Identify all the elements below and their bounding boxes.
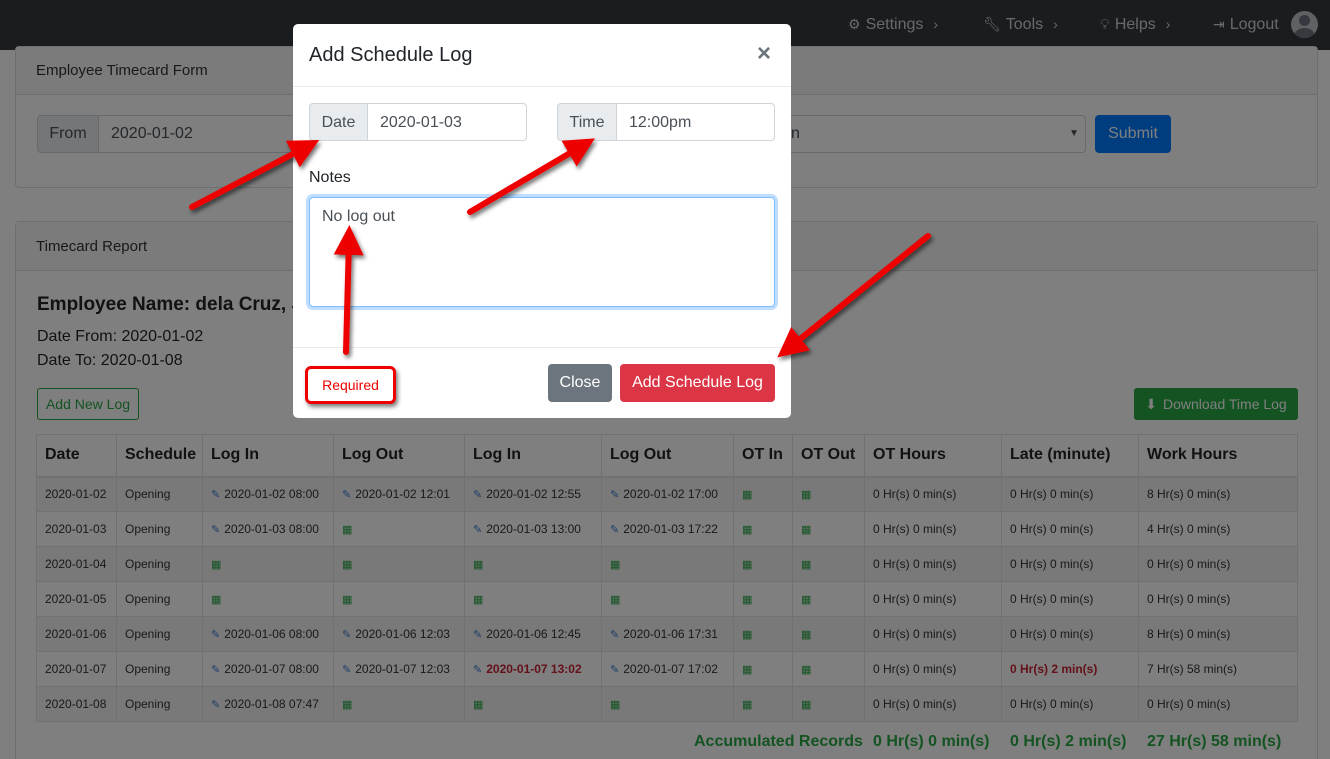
time-input[interactable]: 12:00pm <box>616 103 775 141</box>
add-schedule-log-button[interactable]: Add Schedule Log <box>620 364 775 402</box>
modal-title: Add Schedule Log <box>309 44 473 66</box>
close-button[interactable]: Close <box>548 364 612 402</box>
close-icon[interactable]: × <box>757 40 771 68</box>
add-schedule-log-modal: Add Schedule Log × Date 2020-01-03 Time … <box>293 24 791 418</box>
notes-textarea[interactable]: No log out <box>309 197 775 307</box>
required-callout: Required <box>305 366 396 404</box>
notes-label: Notes <box>309 169 351 186</box>
date-label: Date <box>309 103 368 141</box>
date-input[interactable]: 2020-01-03 <box>367 103 527 141</box>
time-label: Time <box>557 103 617 141</box>
modal-header: Add Schedule Log × <box>293 24 791 87</box>
